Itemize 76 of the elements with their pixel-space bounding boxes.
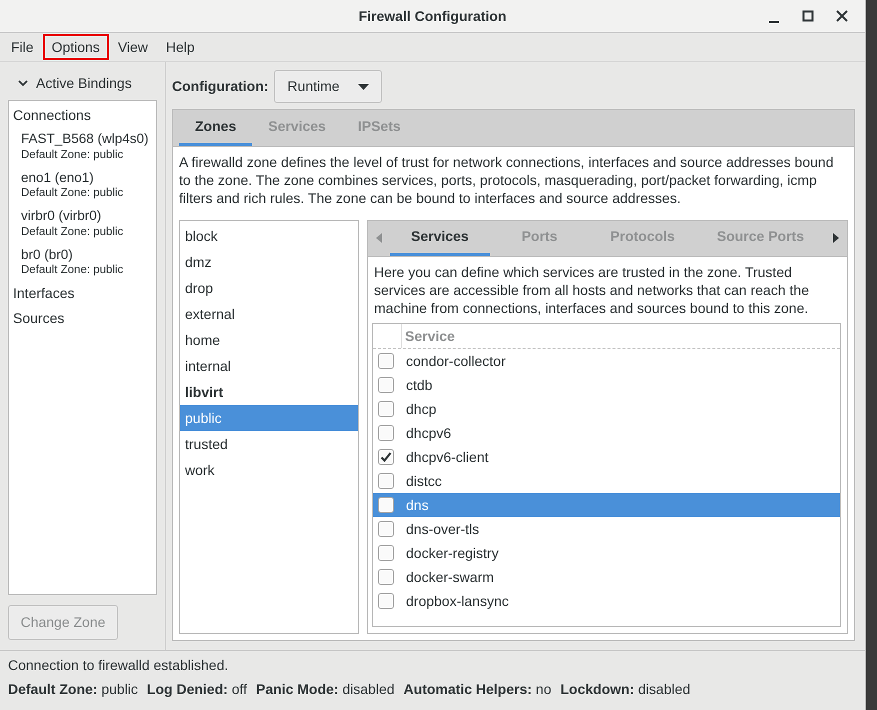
service-row[interactable]: dropbox-lansync xyxy=(373,589,840,614)
connection-zone: Default Zone: public xyxy=(21,186,124,202)
connection-name[interactable]: eno1 (eno1) xyxy=(21,168,154,186)
status-field: Log Denied: off xyxy=(146,680,248,698)
checkbox[interactable] xyxy=(378,473,394,490)
arrow-right-icon xyxy=(833,233,839,244)
menu-item[interactable]: View xyxy=(108,34,157,60)
services-description: Here you can define which services are trusted in the zone. Trusted services are accessible from all hosts and networks that can reach the machine from connections, interfaces and sources bound to this zone. xyxy=(373,262,810,318)
menu-item[interactable]: Help xyxy=(156,34,204,60)
tab[interactable]: Zones xyxy=(179,110,252,146)
service-row[interactable]: dhcp xyxy=(373,397,840,422)
checkbox[interactable] xyxy=(378,593,394,610)
checkbox[interactable] xyxy=(378,377,394,394)
zone-item[interactable]: home xyxy=(180,326,358,353)
service-row[interactable]: dns-over-tls xyxy=(373,517,840,542)
checkbox[interactable] xyxy=(378,401,394,418)
configuration-label: Configuration: xyxy=(172,77,268,96)
arrow-left-icon xyxy=(376,233,382,244)
service-name: dns xyxy=(406,496,429,514)
binding-group[interactable]: Connections xyxy=(13,106,154,124)
checkbox[interactable] xyxy=(378,497,394,514)
checkbox[interactable] xyxy=(378,569,394,586)
connection-name[interactable]: FAST_B568 (wlp4s0) xyxy=(21,130,154,148)
status-field: Lockdown: disabled xyxy=(560,680,690,698)
zone-item[interactable]: trusted xyxy=(180,430,358,457)
service-name: condor-collector xyxy=(406,352,506,370)
service-name: distcc xyxy=(406,472,442,490)
caret-icon xyxy=(358,84,370,90)
configuration-dropdown[interactable]: Runtime xyxy=(274,70,382,103)
zone-description: A firewalld zone defines the level of trust for network connections, interfaces and source addresses bound to the zone. The zone combines services, ports, protocols, masquerading, port/packet forwarding, icmp filters and rich rules. The zone can be bound to interfaces and source addresses. xyxy=(178,153,834,208)
connection-zone: Default Zone: public xyxy=(21,263,124,278)
zone-item[interactable]: dmz xyxy=(180,248,358,275)
status-message: Connection to firewalld established. xyxy=(8,656,230,674)
service-row[interactable]: condor-collector xyxy=(373,349,840,374)
zone-item[interactable]: work xyxy=(180,456,358,483)
menu-item[interactable]: File xyxy=(2,34,43,60)
zone-item[interactable]: internal xyxy=(180,352,358,379)
checkbox[interactable] xyxy=(378,425,394,442)
checkbox[interactable] xyxy=(378,353,394,370)
close-icon xyxy=(835,9,849,23)
zone-item[interactable]: libvirt xyxy=(180,378,358,405)
service-row[interactable]: ctdb xyxy=(373,373,840,398)
window-title: Firewall Configuration xyxy=(358,6,506,26)
service-row[interactable]: dhcpv6 xyxy=(373,421,840,446)
service-name: docker-swarm xyxy=(406,568,494,586)
service-row[interactable]: docker-registry xyxy=(373,541,840,566)
service-row[interactable]: distcc xyxy=(373,469,840,494)
status-field: Automatic Helpers: no xyxy=(404,680,552,698)
checkbox[interactable] xyxy=(378,545,394,562)
binding-group[interactable]: Interfaces xyxy=(13,284,154,302)
tab[interactable]: Services xyxy=(390,220,490,256)
connection-zone: Default Zone: public xyxy=(21,148,124,163)
checkbox[interactable] xyxy=(378,521,394,538)
service-name: dhcp xyxy=(406,400,436,418)
checkbox[interactable] xyxy=(378,449,394,466)
zone-item[interactable]: external xyxy=(180,300,358,327)
maximize-icon xyxy=(801,9,815,23)
status-field: Panic Mode: disabled xyxy=(256,680,395,698)
service-name: dhcpv6-client xyxy=(406,448,488,466)
connection-name[interactable]: br0 (br0) xyxy=(21,246,154,264)
service-row[interactable]: docker-swarm xyxy=(373,565,840,590)
service-row[interactable]: dhcpv6-client xyxy=(373,445,840,470)
binding-group[interactable]: Sources xyxy=(13,308,154,327)
zone-item[interactable]: drop xyxy=(180,274,358,301)
menu-item[interactable]: Options xyxy=(42,34,109,60)
service-name: dhcpv6 xyxy=(406,424,452,442)
service-name: dns-over-tls xyxy=(406,520,480,538)
minimize-icon xyxy=(769,21,779,23)
bindings-toggle[interactable]: Active Bindings xyxy=(8,70,157,100)
zone-item[interactable]: block xyxy=(180,222,358,249)
service-name: docker-registry xyxy=(406,544,499,562)
status-field: Default Zone: public xyxy=(8,680,138,698)
service-name: dropbox-lansync xyxy=(406,592,509,610)
service-name: ctdb xyxy=(406,376,432,394)
connection-name[interactable]: virbr0 (virbr0) xyxy=(21,207,154,225)
connection-zone: Default Zone: public xyxy=(21,224,124,240)
